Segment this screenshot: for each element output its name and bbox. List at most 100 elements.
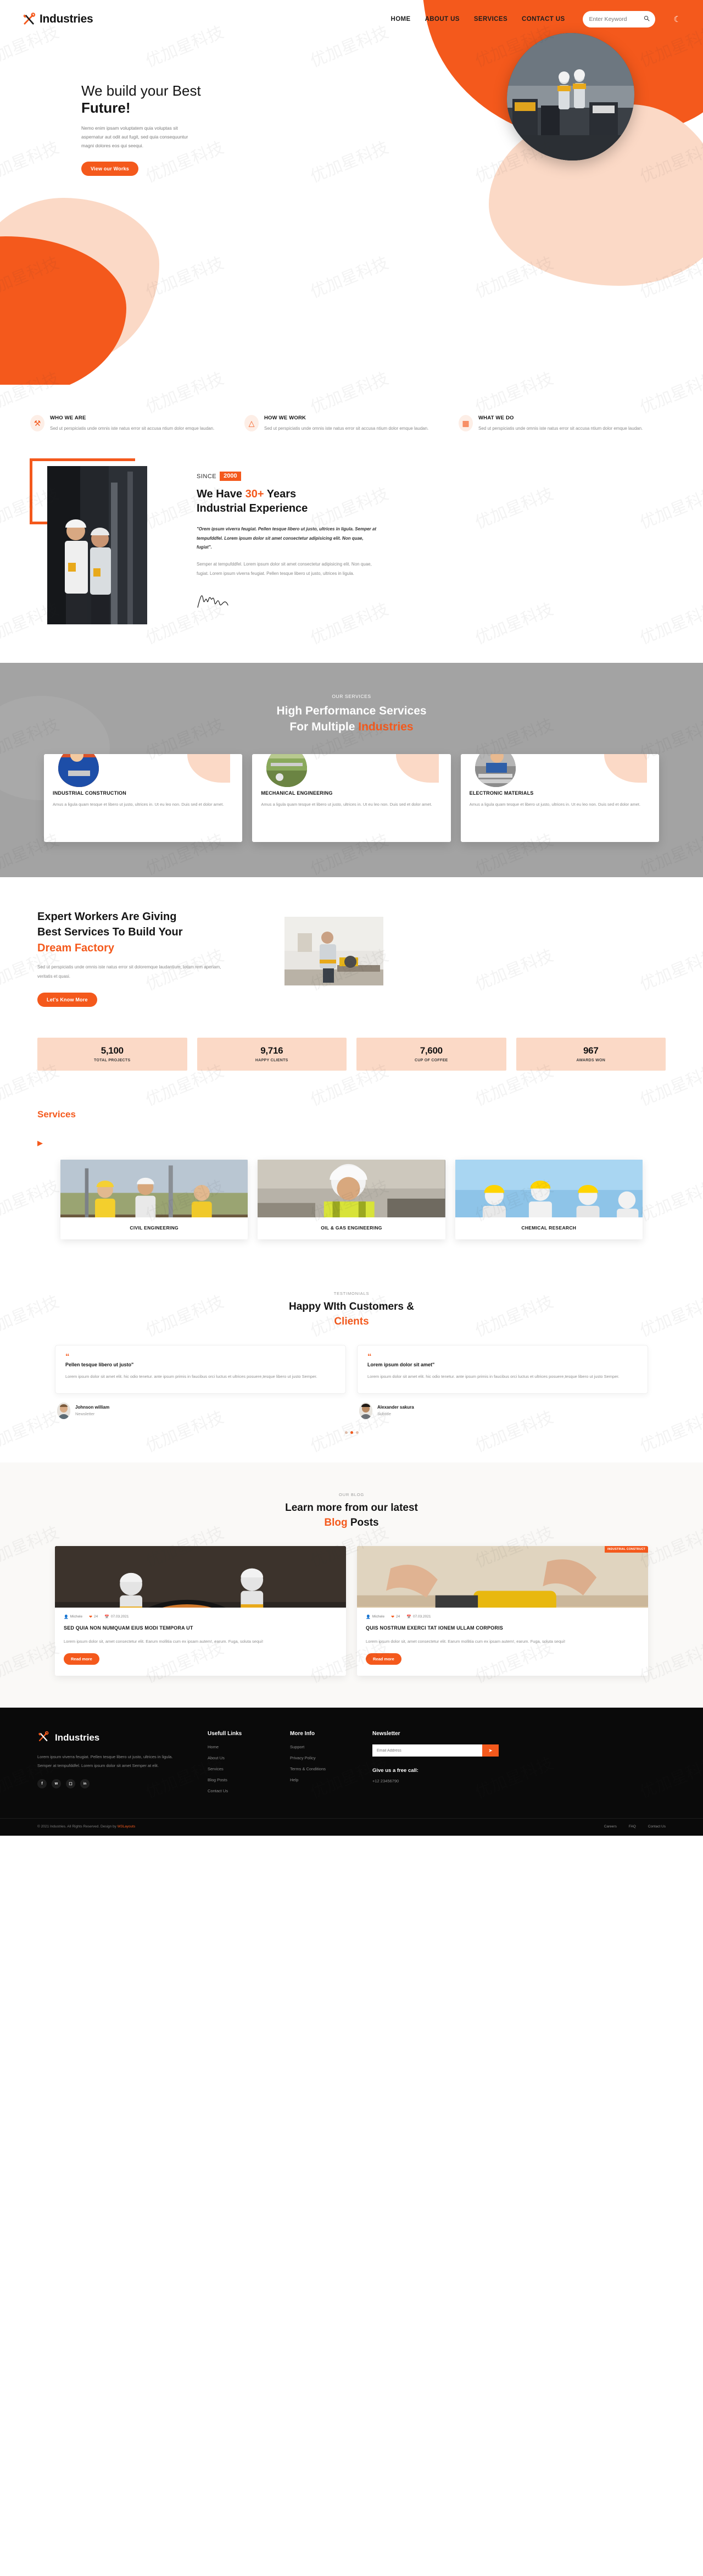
expert-section: Expert Workers Are Giving Best Services … xyxy=(0,877,703,1071)
blog-likes-count: 24 xyxy=(396,1615,400,1619)
search-icon[interactable] xyxy=(644,14,650,24)
testimonial-title: Lorem ipsum dolor sit amet" xyxy=(367,1362,435,1368)
footer-link-privacy[interactable]: Privacy Policy xyxy=(290,1755,372,1760)
portfolio-card[interactable]: CIVIL ENGINEERING xyxy=(60,1159,248,1239)
quote-icon: “ xyxy=(65,1351,70,1361)
newsletter-email-input[interactable] xyxy=(372,1744,482,1757)
blog-heading-line1: Learn more from our latest xyxy=(285,1502,418,1514)
carousel-dot-active[interactable] xyxy=(350,1431,353,1434)
search-box[interactable] xyxy=(582,11,655,27)
avatar xyxy=(57,1402,70,1419)
footer-link-contact[interactable]: Contact Us xyxy=(208,1788,290,1793)
footer-link-support[interactable]: Support xyxy=(290,1744,372,1749)
service-thumbnail xyxy=(58,754,99,787)
carousel-dot[interactable] xyxy=(344,1431,348,1434)
quote-icon: “ xyxy=(367,1351,372,1361)
footer-link-services[interactable]: Services xyxy=(208,1766,290,1771)
service-title: MECHANICAL ENGINEERING xyxy=(261,790,333,796)
call-title: Give us a free call: xyxy=(372,1768,419,1774)
footer-about: Industries Lorem ipsum viverra feugiat. … xyxy=(37,1731,208,1799)
testimonials-eyebrow: TESTIMONIALS xyxy=(333,1290,370,1296)
newsletter-form: ➤ xyxy=(372,1744,499,1757)
counter-label: AWARDS WON xyxy=(576,1059,606,1063)
calendar-icon: 📅 xyxy=(104,1615,109,1619)
read-more-button[interactable]: Read more xyxy=(64,1653,99,1665)
play-triangle-icon[interactable]: ▶ xyxy=(0,1139,703,1148)
nav-item-contact[interactable]: CONTACT US xyxy=(522,16,565,23)
footer-bottom-link-faq[interactable]: FAQ xyxy=(629,1825,636,1829)
service-card[interactable]: MECHANICAL ENGINEERING Amus a ligula qua… xyxy=(252,754,451,842)
blog-card[interactable]: INDUSTRIAL CONSTRUCT 👤 Michele ❤ 24 📅 07… xyxy=(357,1545,648,1676)
blog-title: SED QUIA NON NUMQUAM EIUS MODI TEMPORA U… xyxy=(64,1625,193,1631)
about-text: Semper at tempufddfel. Lorem ipsum dolor… xyxy=(197,562,372,576)
expert-paragraph: Sed ut perspiciatis unde omnis iste natu… xyxy=(37,965,221,979)
counter-number: 9,716 xyxy=(260,1045,283,1056)
know-more-button[interactable]: Let's Know More xyxy=(37,992,97,1007)
hero-section: Industries HOME ABOUT US SERVICES CONTAC… xyxy=(0,0,703,385)
copyright-brand[interactable]: W3Layouts xyxy=(118,1825,136,1829)
counter-number: 967 xyxy=(583,1045,599,1056)
tools-icon xyxy=(22,12,36,26)
nav-item-about[interactable]: ABOUT US xyxy=(425,16,460,23)
service-body: Amus a ligula quam tesque et libero ut j… xyxy=(469,801,641,807)
about-heading-b: Years xyxy=(264,488,297,500)
footer-link-help[interactable]: Help xyxy=(290,1777,372,1782)
portfolio-image xyxy=(60,1159,248,1217)
blog-image: INDUSTRIAL CONSTRUCT xyxy=(357,1545,648,1608)
portfolio-card[interactable]: OIL & GAS ENGINEERING xyxy=(258,1159,445,1239)
feature-card: ▦ WHAT WE DO Sed ut perspiciatis unde om… xyxy=(459,415,673,433)
testimonial-author: Johnson william xyxy=(75,1405,110,1410)
tools-icon xyxy=(37,1731,52,1745)
footer-link-about[interactable]: About Us xyxy=(208,1755,290,1760)
footer-bottom-link-careers[interactable]: Careers xyxy=(604,1825,617,1829)
service-card[interactable]: ELECTRONIC MATERIALS Amus a ligula quam … xyxy=(460,754,659,842)
blog-heading-line2b: Posts xyxy=(347,1516,379,1528)
moon-icon[interactable]: ☾ xyxy=(674,14,681,24)
blog-date-text: 07.03.2021 xyxy=(110,1615,129,1619)
tools-icon: ⚒ xyxy=(30,415,44,431)
footer-link-home[interactable]: Home xyxy=(208,1744,290,1749)
carousel-dot[interactable] xyxy=(355,1431,359,1434)
facebook-icon[interactable]: f xyxy=(37,1779,47,1789)
footer-logo[interactable]: Industries xyxy=(37,1731,208,1745)
portfolio-heading: Services xyxy=(37,1109,76,1120)
footer-column-title: Usefull Links xyxy=(208,1731,242,1737)
portfolio-card[interactable]: CHEMICAL RESEARCH xyxy=(455,1159,643,1239)
footer-link-terms[interactable]: Terms & Conditions xyxy=(290,1766,372,1771)
twitter-icon[interactable]: w xyxy=(52,1779,61,1789)
user-icon: 👤 xyxy=(366,1615,371,1619)
since-year-badge: 2000 xyxy=(220,472,241,481)
blog-excerpt: Lorem ipsum dolor sit, amet consectetur … xyxy=(64,1638,264,1644)
blog-eyebrow: OUR BLOG xyxy=(339,1492,364,1497)
feature-card: △ HOW WE WORK Sed ut perspiciatis unde o… xyxy=(244,415,459,433)
logo[interactable]: Industries xyxy=(22,12,93,26)
services-heading-line1: High Performance Services xyxy=(276,705,427,717)
service-card[interactable]: INDUSTRIAL CONSTRUCTION Amus a ligula qu… xyxy=(44,754,243,842)
footer-link-blog[interactable]: Blog Posts xyxy=(208,1777,290,1782)
blog-card[interactable]: 👤 Michele ❤ 24 📅 07.03.2021 SED QUIA NON… xyxy=(55,1545,346,1676)
instagram-icon[interactable]: ☐ xyxy=(66,1779,75,1789)
footer-bottom-link-contact[interactable]: Contact Us xyxy=(648,1825,666,1829)
testimonial-text: Lorem ipsum dolor sit amet elit. hic odi… xyxy=(65,1374,317,1380)
counter-card: 7,600 CUP OF COFFEE xyxy=(356,1037,506,1071)
nav-item-home[interactable]: HOME xyxy=(390,16,410,23)
copyright: © 2021 Industries. All Rights Reserved. … xyxy=(37,1825,135,1829)
search-input[interactable] xyxy=(589,16,641,23)
newsletter-title: Newsletter xyxy=(372,1731,400,1737)
nav-item-services[interactable]: SERVICES xyxy=(474,16,507,23)
service-title: INDUSTRIAL CONSTRUCTION xyxy=(53,790,126,796)
blog-date-text: 07.03.2021 xyxy=(412,1615,431,1619)
services-heading-line2a: For Multiple xyxy=(289,720,359,733)
compass-icon: △ xyxy=(244,415,259,431)
user-icon: 👤 xyxy=(64,1615,69,1619)
paper-plane-icon: ➤ xyxy=(488,1747,493,1753)
linkedin-icon[interactable]: in xyxy=(80,1779,90,1789)
view-works-button[interactable]: View our Works xyxy=(81,161,138,176)
read-more-button[interactable]: Read more xyxy=(366,1653,401,1665)
portfolio-caption: CIVIL ENGINEERING xyxy=(130,1225,178,1231)
services-card-grid: INDUSTRIAL CONSTRUCTION Amus a ligula qu… xyxy=(0,754,703,842)
factory-icon: ▦ xyxy=(459,415,473,431)
phone-number[interactable]: +12 23456790 xyxy=(372,1779,499,1783)
newsletter-submit-button[interactable]: ➤ xyxy=(482,1744,499,1757)
blog-author-name: Michele xyxy=(372,1615,385,1619)
